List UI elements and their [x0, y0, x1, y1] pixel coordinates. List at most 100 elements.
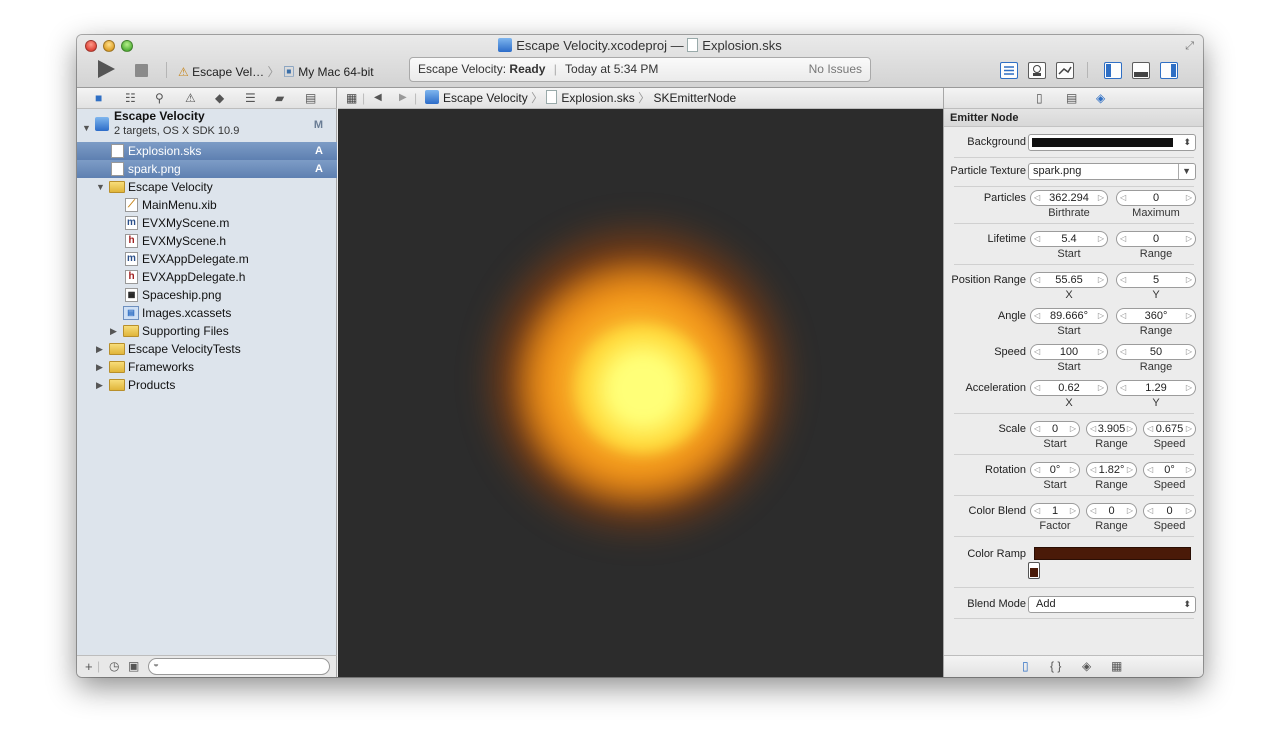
disclosure-open-icon[interactable]: ▼: [96, 178, 105, 196]
project-navigator-icon[interactable]: ■: [95, 91, 102, 105]
position-x-stepper[interactable]: ◁ 55.65 ▷: [1030, 272, 1108, 288]
navigator-filter-input[interactable]: ◒: [148, 658, 330, 675]
list-item[interactable]: ▦ Spaceship.png: [77, 286, 337, 304]
scale-range-stepper[interactable]: ◁ 3.905 ▷: [1086, 421, 1137, 437]
assistant-editor-button[interactable]: [1028, 62, 1046, 79]
disclosure-open-icon[interactable]: ▼: [82, 119, 91, 137]
rotation-start-stepper[interactable]: ◁ 0° ▷: [1030, 462, 1080, 478]
folder-icon: [123, 325, 139, 337]
list-item[interactable]: m EVXAppDelegate.m: [77, 250, 337, 268]
scale-start-stepper[interactable]: ◁ 0 ▷: [1030, 421, 1080, 437]
project-root-item[interactable]: ▼ Escape Velocity 2 targets, OS X SDK 10…: [77, 109, 337, 141]
breadcrumb-file[interactable]: Explosion.sks: [561, 91, 634, 105]
color-blend-factor-stepper[interactable]: ◁ 1 ▷: [1030, 503, 1080, 519]
color-blend-range-stepper[interactable]: ◁ 0 ▷: [1086, 503, 1137, 519]
angle-range-stepper[interactable]: ◁ 360° ▷: [1116, 308, 1196, 324]
particle-emitter-canvas[interactable]: [338, 109, 943, 677]
list-item[interactable]: h EVXAppDelegate.h: [77, 268, 337, 286]
disclosure-closed-icon[interactable]: ▶: [96, 376, 103, 394]
scale-speed-stepper[interactable]: ◁ 0.675 ▷: [1143, 421, 1196, 437]
start-caption: Start: [1057, 248, 1081, 260]
blend-mode-popup[interactable]: Add ⬍: [1028, 596, 1196, 613]
list-item[interactable]: m EVXMyScene.m: [77, 214, 337, 232]
document-icon: [687, 38, 699, 52]
rotation-speed-stepper[interactable]: ◁ 0° ▷: [1143, 462, 1196, 478]
list-item-label: EVXMyScene.h: [142, 234, 227, 248]
file-template-library-icon[interactable]: ▯: [1022, 659, 1029, 673]
scheme-device-label: My Mac 64-bit: [298, 65, 374, 79]
version-editor-button[interactable]: [1056, 62, 1074, 79]
toggle-navigator-button[interactable]: [1104, 62, 1122, 79]
document-icon: [546, 90, 558, 104]
list-item[interactable]: ▶ Supporting Files: [77, 322, 337, 340]
toggle-debug-area-button[interactable]: [1132, 62, 1150, 79]
breakpoint-navigator-icon[interactable]: ▰: [275, 91, 284, 105]
birthrate-stepper[interactable]: ◁ 362.294 ▷: [1030, 190, 1108, 206]
test-navigator-icon[interactable]: ◆: [215, 91, 224, 105]
list-item[interactable]: ▦ spark.png A: [77, 160, 337, 178]
texture-combo-box[interactable]: spark.png ▼: [1028, 163, 1196, 180]
disclosure-closed-icon[interactable]: ▶: [110, 322, 117, 340]
color-ramp-stop-handle[interactable]: [1028, 562, 1040, 579]
rotation-range-stepper[interactable]: ◁ 1.82° ▷: [1086, 462, 1137, 478]
acceleration-y-stepper[interactable]: ◁ 1.29 ▷: [1116, 380, 1196, 396]
angle-start-stepper[interactable]: ◁ 89.666° ▷: [1030, 308, 1108, 324]
list-item[interactable]: ▶ Escape VelocityTests: [77, 340, 337, 358]
log-navigator-icon[interactable]: ▤: [305, 91, 316, 105]
symbol-navigator-icon[interactable]: ☷: [125, 91, 136, 105]
acceleration-x-stepper[interactable]: ◁ 0.62 ▷: [1030, 380, 1108, 396]
color-ramp-gradient[interactable]: [1034, 547, 1191, 560]
list-item[interactable]: ▶ Products: [77, 376, 337, 394]
background-label: Background: [967, 136, 1026, 148]
breadcrumb-project[interactable]: Escape Velocity: [443, 91, 528, 105]
related-items-icon[interactable]: ▦: [346, 88, 357, 108]
speed-range-stepper[interactable]: ◁ 50 ▷: [1116, 344, 1196, 360]
quick-help-icon[interactable]: ▤: [1066, 91, 1077, 105]
speed-start-stepper[interactable]: ◁ 100 ▷: [1030, 344, 1108, 360]
texture-label: Particle Texture: [950, 165, 1026, 177]
media-library-icon[interactable]: ▦: [1111, 659, 1122, 673]
list-item[interactable]: ▶ Frameworks: [77, 358, 337, 376]
fullscreen-icon[interactable]: ⤢: [1185, 40, 1194, 53]
file-inspector-icon[interactable]: ▯: [1036, 91, 1043, 105]
list-item[interactable]: h EVXMyScene.h: [77, 232, 337, 250]
back-arrow-icon[interactable]: ◀: [374, 88, 382, 108]
disclosure-closed-icon[interactable]: ▶: [96, 340, 103, 358]
color-blend-speed-stepper[interactable]: ◁ 0 ▷: [1143, 503, 1196, 519]
list-item[interactable]: ⟋ MainMenu.xib: [77, 196, 337, 214]
scm-filter-icon[interactable]: ▣: [128, 659, 139, 673]
object-library-icon[interactable]: ◈: [1082, 659, 1091, 673]
y-caption: Y: [1152, 289, 1160, 301]
divider: [954, 536, 1194, 537]
standard-editor-button[interactable]: [1000, 62, 1018, 79]
list-item[interactable]: ▼ Escape Velocity: [77, 178, 337, 196]
divider: [954, 495, 1194, 496]
issues-status[interactable]: No Issues: [809, 58, 862, 81]
lifetime-label: Lifetime: [987, 233, 1026, 245]
stop-button[interactable]: [135, 64, 148, 77]
debug-navigator-icon[interactable]: ☰: [245, 91, 256, 105]
run-button[interactable]: [98, 60, 115, 78]
y-caption: Y: [1152, 397, 1160, 409]
scheme-selector[interactable]: ⚠ Escape Vel… 〉 ▣ My Mac 64-bit: [178, 63, 374, 80]
search-icon[interactable]: ⚲: [155, 91, 164, 105]
lifetime-range-stepper[interactable]: ◁ 0 ▷: [1116, 231, 1196, 247]
toggle-utilities-button[interactable]: [1160, 62, 1178, 79]
toolbar-divider: |: [362, 91, 366, 105]
maximum-stepper[interactable]: ◁ 0 ▷: [1116, 190, 1196, 206]
list-item[interactable]: Explosion.sks A: [77, 142, 337, 160]
position-y-stepper[interactable]: ◁ 5 ▷: [1116, 272, 1196, 288]
issue-navigator-icon[interactable]: ⚠: [185, 91, 196, 105]
h-file-icon: h: [125, 234, 138, 248]
list-item[interactable]: ▤ Images.xcassets: [77, 304, 337, 322]
breadcrumb-node[interactable]: SKEmitterNode: [654, 91, 737, 105]
code-snippet-library-icon[interactable]: { }: [1050, 659, 1061, 673]
node-inspector-icon[interactable]: ◈: [1096, 91, 1105, 105]
add-icon[interactable]: +: [85, 659, 93, 674]
disclosure-closed-icon[interactable]: ▶: [96, 358, 103, 376]
background-color-well[interactable]: ⬍: [1028, 134, 1196, 151]
forward-arrow-icon[interactable]: ▶: [399, 88, 407, 108]
recent-files-icon[interactable]: ◷: [109, 659, 119, 673]
lifetime-start-stepper[interactable]: ◁ 5.4 ▷: [1030, 231, 1108, 247]
mac-icon: ▣: [282, 65, 295, 79]
